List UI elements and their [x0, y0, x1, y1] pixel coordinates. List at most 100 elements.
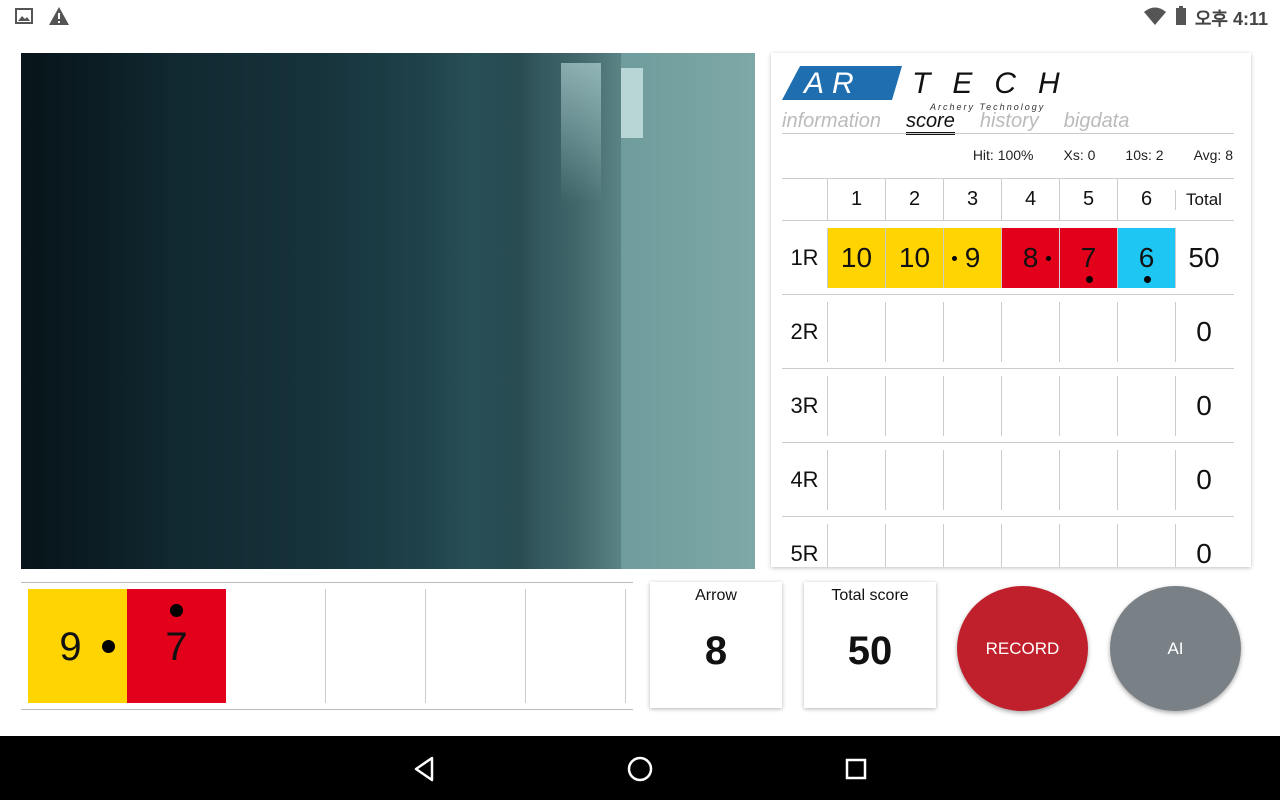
logo-brand-right: TECH	[912, 67, 1082, 100]
score-cell[interactable]: 10	[885, 227, 943, 288]
score-cell[interactable]	[827, 449, 885, 510]
score-cell[interactable]	[885, 301, 943, 362]
score-cell[interactable]	[1001, 301, 1059, 362]
score-cell[interactable]	[1059, 301, 1117, 362]
table-row[interactable]: 4R 0	[782, 442, 1234, 516]
row-total: 0	[1175, 523, 1232, 567]
ai-button[interactable]: AI	[1110, 586, 1241, 711]
score-cell[interactable]	[1117, 449, 1175, 510]
divider	[525, 589, 526, 703]
score-cell[interactable]: 6	[1117, 227, 1175, 288]
stat-xs: Xs: 0	[1063, 147, 1096, 163]
column-header: 1	[827, 179, 885, 220]
tab-score[interactable]: score	[905, 110, 955, 135]
tab-history[interactable]: history	[980, 110, 1039, 135]
warning-icon	[48, 6, 70, 31]
score-cell[interactable]: 9	[943, 227, 1001, 288]
table-row[interactable]: 1R 10 10 9 8 7 6 50	[782, 220, 1234, 294]
row-total: 0	[1175, 375, 1232, 436]
row-label: 4R	[790, 466, 819, 492]
score-cell[interactable]	[827, 301, 885, 362]
record-button[interactable]: RECORD	[957, 586, 1088, 711]
score-cell[interactable]: 7	[1059, 227, 1117, 288]
row-total: 0	[1175, 301, 1232, 362]
arrow-count-label: Arrow	[695, 587, 737, 604]
arrow-slot[interactable]: 7	[127, 589, 226, 703]
back-icon[interactable]	[410, 754, 440, 784]
recents-icon[interactable]	[841, 754, 871, 784]
table-row[interactable]: 5R 0	[782, 516, 1234, 567]
arrow-dot	[1046, 255, 1051, 261]
score-cell[interactable]	[943, 449, 1001, 510]
arrow-count-value: 8	[704, 629, 728, 673]
artech-logo: AR TECH Archery Technology	[782, 63, 1112, 113]
score-cell[interactable]	[1059, 523, 1117, 567]
divider	[782, 133, 1234, 134]
tab-information[interactable]: information	[782, 110, 881, 135]
score-cell[interactable]	[827, 523, 885, 567]
row-label: 1R	[790, 244, 819, 270]
arrow-dot	[952, 255, 957, 261]
score-cell[interactable]	[1117, 375, 1175, 436]
home-icon[interactable]	[625, 754, 655, 784]
arrow-slot[interactable]: 9	[28, 589, 127, 703]
total-score-card: Total score 50	[804, 582, 936, 708]
row-label: 3R	[790, 392, 819, 418]
score-cell[interactable]	[943, 523, 1001, 567]
arrow-count-card: Arrow 8	[650, 582, 782, 708]
arrow-dot	[1144, 275, 1151, 283]
wifi-icon	[1143, 6, 1167, 31]
score-cell[interactable]	[943, 375, 1001, 436]
divider	[625, 589, 626, 703]
status-bar: 오후 4:11	[0, 0, 1280, 32]
column-header: 6	[1117, 179, 1175, 220]
score-panel: AR TECH Archery Technology information s…	[771, 53, 1251, 567]
score-cell[interactable]	[1001, 375, 1059, 436]
stats-row: Hit: 100% Xs: 0 10s: 2 Avg: 8	[973, 147, 1233, 163]
score-cell[interactable]	[885, 375, 943, 436]
score-cell[interactable]	[885, 449, 943, 510]
total-score-value: 50	[847, 629, 893, 673]
score-cell[interactable]	[1117, 301, 1175, 362]
total-score-label: Total score	[831, 587, 909, 604]
row-label: 5R	[790, 540, 819, 566]
score-cell[interactable]: 10	[827, 227, 885, 288]
row-total: 50	[1175, 227, 1232, 288]
stat-hit: Hit: 100%	[972, 147, 1034, 163]
table-row[interactable]: 2R 0	[782, 294, 1234, 368]
row-label: 2R	[790, 318, 819, 344]
column-header: 2	[885, 179, 943, 220]
arrow-dot	[170, 604, 183, 617]
score-cell[interactable]	[1059, 449, 1117, 510]
tab-bar: information score history bigdata	[782, 110, 1154, 135]
image-icon	[14, 6, 34, 31]
score-cell[interactable]	[943, 301, 1001, 362]
table-row[interactable]: 3R 0	[782, 368, 1234, 442]
arrow-dot	[102, 640, 115, 653]
score-cell[interactable]	[1059, 375, 1117, 436]
score-cell[interactable]	[1001, 449, 1059, 510]
divider	[425, 589, 426, 703]
current-end-strip: 9 7	[21, 582, 633, 710]
score-cell[interactable]	[885, 523, 943, 567]
score-cell[interactable]	[1001, 523, 1059, 567]
navigation-bar	[0, 736, 1280, 800]
stat-avg: Avg: 8	[1193, 147, 1233, 163]
score-cell[interactable]	[1117, 523, 1175, 567]
column-header: 4	[1001, 179, 1059, 220]
divider	[325, 589, 326, 703]
total-header: Total	[1175, 189, 1232, 210]
battery-icon	[1175, 5, 1187, 31]
row-total: 0	[1175, 449, 1232, 510]
stat-tens: 10s: 2	[1125, 147, 1164, 163]
score-cell[interactable]	[827, 375, 885, 436]
logo-brand-left: AR	[802, 67, 862, 100]
score-table: 1 2 3 4 5 6 Total 1R 10 10 9 8 7 6 50 2R	[782, 178, 1234, 567]
score-cell[interactable]: 8	[1001, 227, 1059, 288]
camera-preview[interactable]	[21, 53, 755, 569]
score-table-header: 1 2 3 4 5 6 Total	[782, 178, 1234, 220]
arrow-score: 7	[165, 625, 188, 669]
column-header: 3	[943, 179, 1001, 220]
arrow-dot	[1086, 275, 1093, 283]
tab-bigdata[interactable]: bigdata	[1064, 110, 1130, 135]
